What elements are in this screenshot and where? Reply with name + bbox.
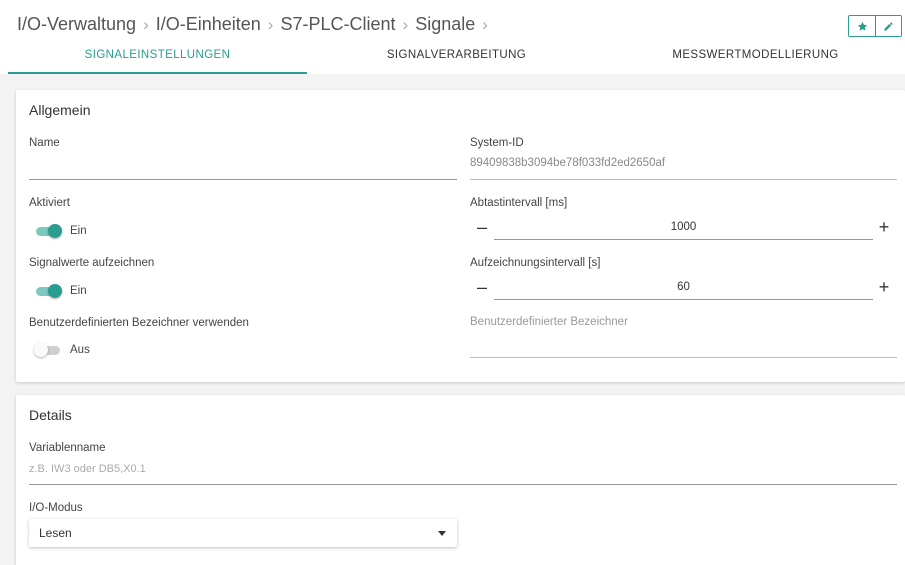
io-mode-select[interactable]: Lesen (29, 519, 457, 547)
tab-signaleinstellungen[interactable]: SIGNALEINSTELLUNGEN (8, 44, 307, 74)
pencil-icon (884, 21, 893, 31)
sampling-interval-underline (494, 239, 873, 240)
activated-toggle[interactable] (34, 224, 64, 238)
edit-button[interactable] (875, 16, 901, 36)
tab-messwertmodellierung[interactable]: MESSWERTMODELLIERUNG (606, 44, 905, 74)
custom-identifier-input (470, 332, 897, 356)
variable-name-underline (29, 484, 897, 485)
breadcrumb-separator: › (402, 15, 409, 34)
record-values-label: Signalwerte aufzeichnen (29, 257, 155, 269)
sampling-interval-input[interactable]: 1000 (494, 216, 873, 238)
custom-identifier-field-label: Benutzerdefinierter Bezeichner (470, 316, 628, 328)
breadcrumb-separator: › (267, 15, 274, 34)
custom-identifier-state: Aus (70, 344, 90, 356)
variable-name-input[interactable]: z.B. IW3 oder DB5,X0.1 (29, 463, 146, 475)
record-interval-input[interactable]: 60 (494, 276, 873, 298)
breadcrumb-io-einheiten[interactable]: I/O-Einheiten (156, 14, 261, 34)
caret-down-icon (438, 531, 446, 536)
breadcrumb: I/O-Verwaltung › I/O-Einheiten › S7-PLC-Clie… (17, 14, 495, 35)
page-header: I/O-Verwaltung › I/O-Einheiten › S7-PLC-Clie… (0, 0, 905, 74)
details-card: Details Variablenname z.B. IW3 oder DB5,… (16, 395, 905, 565)
breadcrumb-io-verwaltung[interactable]: I/O-Verwaltung (17, 14, 136, 34)
activated-state: Ein (70, 225, 87, 237)
tab-signalverarbeitung[interactable]: SIGNALVERARBEITUNG (307, 44, 606, 74)
star-icon (857, 21, 867, 31)
toggle-knob (48, 224, 62, 238)
tab-bar: SIGNALEINSTELLUNGEN SIGNALVERARBEITUNG M… (8, 44, 905, 74)
custom-identifier-underline (470, 357, 897, 358)
system-id-value: 89409838b3094be78f033fd2ed2650af (470, 157, 666, 169)
record-interval-underline (494, 299, 873, 300)
sampling-interval-label: Abtastintervall [ms] (470, 197, 568, 209)
favorite-button[interactable] (849, 16, 875, 36)
record-values-state: Ein (70, 285, 87, 297)
breadcrumb-s7-plc-client[interactable]: S7-PLC-Client (280, 14, 395, 34)
record-interval-increment-button[interactable]: + (874, 278, 894, 298)
variable-name-label: Variablenname (29, 442, 106, 454)
system-id-underline (470, 179, 897, 180)
header-action-buttons (848, 15, 902, 37)
sampling-decrement-button[interactable]: – (472, 218, 492, 238)
breadcrumb-separator: › (143, 15, 149, 34)
record-values-toggle[interactable] (34, 284, 64, 298)
toggle-knob (34, 343, 48, 357)
sampling-increment-button[interactable]: + (874, 218, 894, 238)
toggle-knob (48, 284, 62, 298)
name-input[interactable] (29, 152, 457, 178)
record-interval-label: Aufzeichnungsintervall [s] (470, 257, 601, 269)
custom-identifier-toggle[interactable] (34, 343, 64, 357)
activated-label: Aktiviert (29, 197, 70, 209)
record-interval-decrement-button[interactable]: – (472, 278, 492, 298)
name-label: Name (29, 137, 60, 149)
breadcrumb-separator: › (482, 15, 488, 34)
general-card-title: Allgemein (29, 102, 91, 118)
io-mode-value: Lesen (39, 526, 72, 540)
io-mode-label: I/O-Modus (29, 502, 83, 514)
custom-identifier-label: Benutzerdefinierten Bezeichner verwenden (29, 317, 249, 329)
details-card-title: Details (29, 407, 72, 423)
general-card: Allgemein Name System-ID 89409838b3094be… (16, 90, 905, 382)
name-input-underline (29, 179, 457, 180)
breadcrumb-signale[interactable]: Signale (415, 14, 475, 34)
system-id-label: System-ID (470, 137, 524, 149)
